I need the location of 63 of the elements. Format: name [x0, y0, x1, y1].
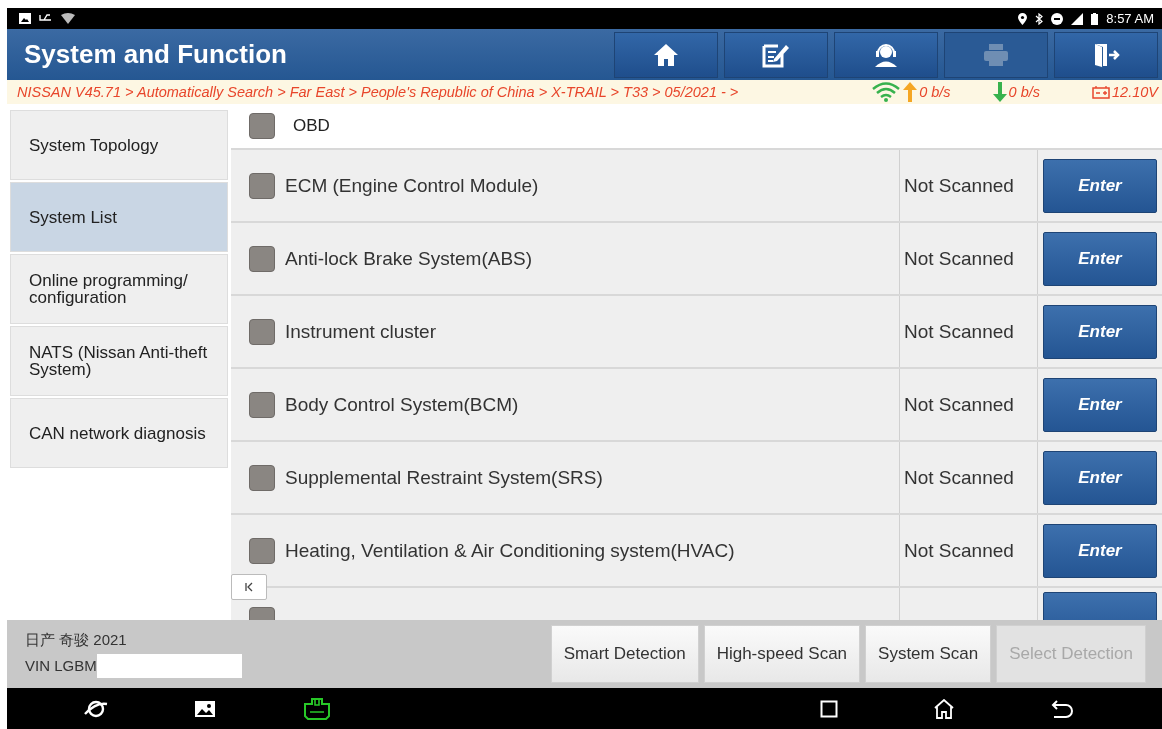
bluetooth-icon: [1035, 12, 1044, 25]
page-title: System and Function: [24, 39, 287, 70]
down-arrow-icon: [992, 82, 1007, 102]
action-button[interactable]: System Scan: [865, 625, 992, 683]
download-rate: 0 b/s: [1008, 84, 1041, 100]
home-icon[interactable]: [933, 698, 955, 719]
system-name: Anti-lock Brake System(ABS): [285, 247, 533, 270]
enter-button[interactable]: Enter: [1043, 377, 1157, 432]
sidebar-item[interactable]: NATS (Nissan Anti-theft System): [10, 326, 228, 396]
back-icon[interactable]: [1050, 699, 1074, 718]
location-icon: [1018, 12, 1028, 25]
sidebar-item[interactable]: System Topology: [10, 110, 228, 180]
checkbox[interactable]: [249, 318, 275, 345]
exit-door-icon: [1092, 42, 1120, 68]
checkbox[interactable]: [249, 245, 275, 272]
enter-button[interactable]: Enter: [1043, 304, 1157, 359]
vin-label: VIN LGBM: [25, 657, 97, 674]
sidebar-item[interactable]: CAN network diagnosis: [10, 398, 228, 468]
system-name: Instrument cluster: [285, 320, 436, 343]
home-button[interactable]: [614, 32, 718, 78]
system-name: Body Control System(BCM): [285, 393, 519, 416]
vci-connector-icon[interactable]: [301, 697, 333, 720]
usb-icon: [39, 13, 53, 24]
image-icon: [19, 13, 31, 24]
edit-icon: [762, 42, 790, 68]
checkbox[interactable]: [249, 464, 275, 491]
recents-icon[interactable]: [820, 699, 838, 718]
action-button[interactable]: Smart Detection: [550, 625, 699, 683]
exit-button[interactable]: [1054, 32, 1158, 78]
collapse-button[interactable]: [231, 574, 267, 600]
system-name: Supplemental Restraint System(SRS): [285, 466, 603, 489]
up-arrow-icon: [903, 82, 918, 102]
checkbox[interactable]: [249, 537, 275, 564]
vehicle-model: 日产 奇骏 2021: [25, 630, 128, 650]
voltage-reading: 12.10V: [1112, 84, 1158, 100]
checkbox[interactable]: [249, 172, 275, 199]
upload-rate: 0 b/s: [919, 84, 951, 100]
checkbox[interactable]: [249, 391, 275, 418]
signal-icon: [1071, 12, 1084, 25]
checkbox-label: OBD: [293, 116, 330, 136]
breadcrumb-path: NISSAN V45.71 > Automatically Search > Far East > People's Republic of China > X-TRAIL > T33 > 05/2021 - >: [17, 84, 739, 100]
gallery-icon[interactable]: [194, 698, 216, 719]
system-name: ECM (Engine Control Module): [285, 174, 539, 197]
wifi-icon: [871, 82, 902, 102]
enter-button[interactable]: Enter: [1043, 158, 1157, 213]
action-button[interactable]: High-speed Scan: [703, 625, 861, 683]
enter-button[interactable]: Enter: [1043, 523, 1157, 578]
edit-button[interactable]: [724, 32, 828, 78]
printer-icon: [982, 42, 1010, 68]
enter-button[interactable]: Enter: [1043, 231, 1157, 286]
system-name: Heating, Ventilation & Air Conditioning system(HVAC): [285, 539, 735, 562]
clock-time: 8:57 AM: [1106, 11, 1154, 26]
battery-icon: [1091, 12, 1099, 25]
checkbox[interactable]: [249, 113, 275, 139]
sidebar-item[interactable]: Online programming/ configuration: [10, 254, 228, 324]
home-icon: [653, 43, 679, 67]
collapse-left-icon: [244, 582, 254, 592]
wifi-icon: [61, 13, 75, 24]
battery-icon: [1092, 85, 1111, 99]
do-not-disturb-icon: [1051, 12, 1064, 25]
enter-button[interactable]: Enter: [1043, 450, 1157, 505]
sidebar-item[interactable]: System List: [10, 182, 228, 252]
support-button[interactable]: [834, 32, 938, 78]
